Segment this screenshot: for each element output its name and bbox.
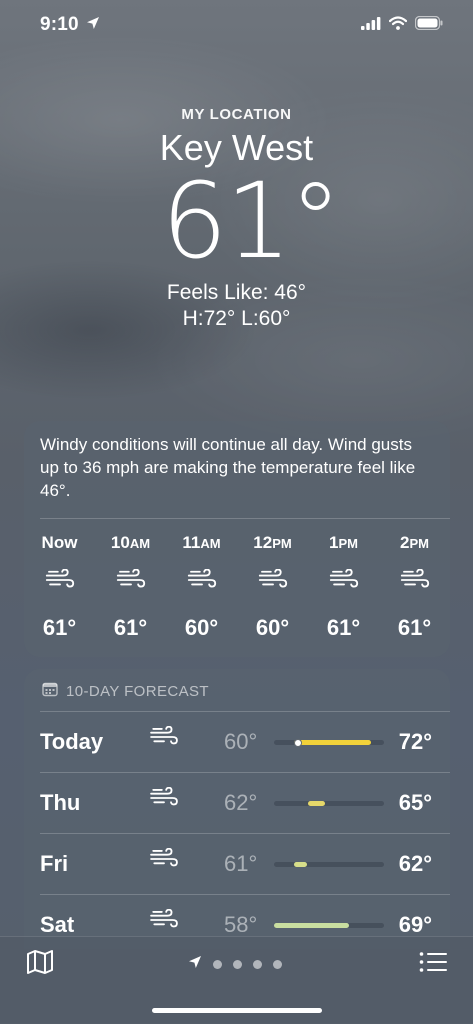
hourly-list[interactable]: Now 61° 10AM 61° 11AM 60° 12PM 60° 1PM 6… xyxy=(24,533,450,641)
wind-icon xyxy=(379,569,450,599)
day-name: Fri xyxy=(40,851,69,876)
current-location-arrow-icon xyxy=(188,955,202,974)
day-name: Today xyxy=(40,729,104,754)
current-temperature: 61° xyxy=(161,160,341,282)
high-temp: 69° xyxy=(398,912,432,937)
temperature-range-track xyxy=(274,923,384,928)
high-temp: 62° xyxy=(398,851,432,876)
hourly-item: 1PM 61° xyxy=(308,533,379,641)
ten-day-title: 10-DAY FORECAST xyxy=(66,682,209,700)
low-temp: 61° xyxy=(224,851,258,876)
hour-temp: 61° xyxy=(42,615,77,640)
high-temp: 65° xyxy=(398,790,432,815)
ten-day-header: 10-DAY FORECAST xyxy=(42,681,209,701)
hourly-item: 10AM 61° xyxy=(95,533,166,641)
list-icon[interactable] xyxy=(419,951,447,978)
feels-like: Feels Like: 46° xyxy=(166,281,307,304)
hourly-item: 11AM 60° xyxy=(166,533,237,641)
low-temp: 60° xyxy=(224,729,258,754)
current-temp-marker xyxy=(294,738,303,747)
forecast-day-row[interactable]: Thu 62° 65° xyxy=(40,772,450,833)
hour-time: 2PM xyxy=(400,533,429,552)
home-indicator[interactable] xyxy=(152,1008,322,1013)
page-dot[interactable] xyxy=(253,960,262,969)
cellular-signal-icon xyxy=(361,16,381,35)
wind-icon xyxy=(95,569,166,599)
page-dot[interactable] xyxy=(273,960,282,969)
battery-icon xyxy=(414,15,443,35)
temperature-range-track xyxy=(274,801,384,806)
forecast-day-row[interactable]: Fri 61° 62° xyxy=(40,833,450,894)
hourly-item: 12PM 60° xyxy=(237,533,308,641)
low-temp: 58° xyxy=(224,912,258,937)
hour-time: 12PM xyxy=(253,533,292,552)
status-time: 9:10 xyxy=(40,14,79,35)
wind-icon xyxy=(150,786,178,814)
temperature-range-track xyxy=(274,738,384,747)
wind-icon xyxy=(308,569,379,599)
temperature-range-bar xyxy=(293,740,371,745)
hourly-item: Now 61° xyxy=(24,533,95,641)
hour-temp: 61° xyxy=(113,615,148,640)
high-low: H:72° L:60° xyxy=(182,307,291,330)
hour-temp: 61° xyxy=(326,615,361,640)
map-icon[interactable] xyxy=(26,949,54,980)
wind-icon xyxy=(150,908,178,936)
temperature-range-track xyxy=(274,862,384,867)
status-bar: 9:10 xyxy=(0,0,473,54)
temperature-range-bar xyxy=(308,801,325,806)
temperature-range-bar xyxy=(293,862,307,867)
hourly-item: 2PM 61° xyxy=(379,533,450,641)
hour-time: 10AM xyxy=(110,533,151,552)
current-conditions: MY LOCATION Key West 61° Feels Like: 46°… xyxy=(0,106,473,331)
hourly-forecast-card[interactable]: Windy conditions will continue all day. … xyxy=(24,421,450,657)
wind-icon xyxy=(237,569,308,599)
day-name: Thu xyxy=(40,790,81,815)
hour-time: 1PM xyxy=(329,533,358,552)
page-dot[interactable] xyxy=(213,960,222,969)
forecast-day-row[interactable]: Today 60° 72° xyxy=(40,711,450,772)
high-temp: 72° xyxy=(398,729,432,754)
wind-icon xyxy=(150,847,178,875)
calendar-icon xyxy=(42,681,58,701)
wind-icon xyxy=(166,569,237,599)
temperature-range-bar xyxy=(274,923,349,928)
low-temp: 62° xyxy=(224,790,258,815)
hour-time: Now xyxy=(41,533,78,552)
location-arrow-icon xyxy=(86,16,100,35)
location-label: MY LOCATION xyxy=(181,106,292,123)
page-indicator[interactable] xyxy=(188,955,282,974)
wifi-icon xyxy=(388,16,408,35)
wind-icon xyxy=(150,725,178,753)
wind-icon xyxy=(24,569,95,599)
hour-time: 11AM xyxy=(182,533,221,552)
hour-temp: 60° xyxy=(255,615,290,640)
divider xyxy=(40,518,450,519)
hour-temp: 61° xyxy=(397,615,432,640)
ten-day-forecast-card[interactable]: 10-DAY FORECAST Today 60° 72° Thu 62° 65… xyxy=(24,669,450,949)
day-name: Sat xyxy=(40,912,75,937)
hour-temp: 60° xyxy=(184,615,219,640)
weather-summary: Windy conditions will continue all day. … xyxy=(40,435,416,500)
page-dot[interactable] xyxy=(233,960,242,969)
